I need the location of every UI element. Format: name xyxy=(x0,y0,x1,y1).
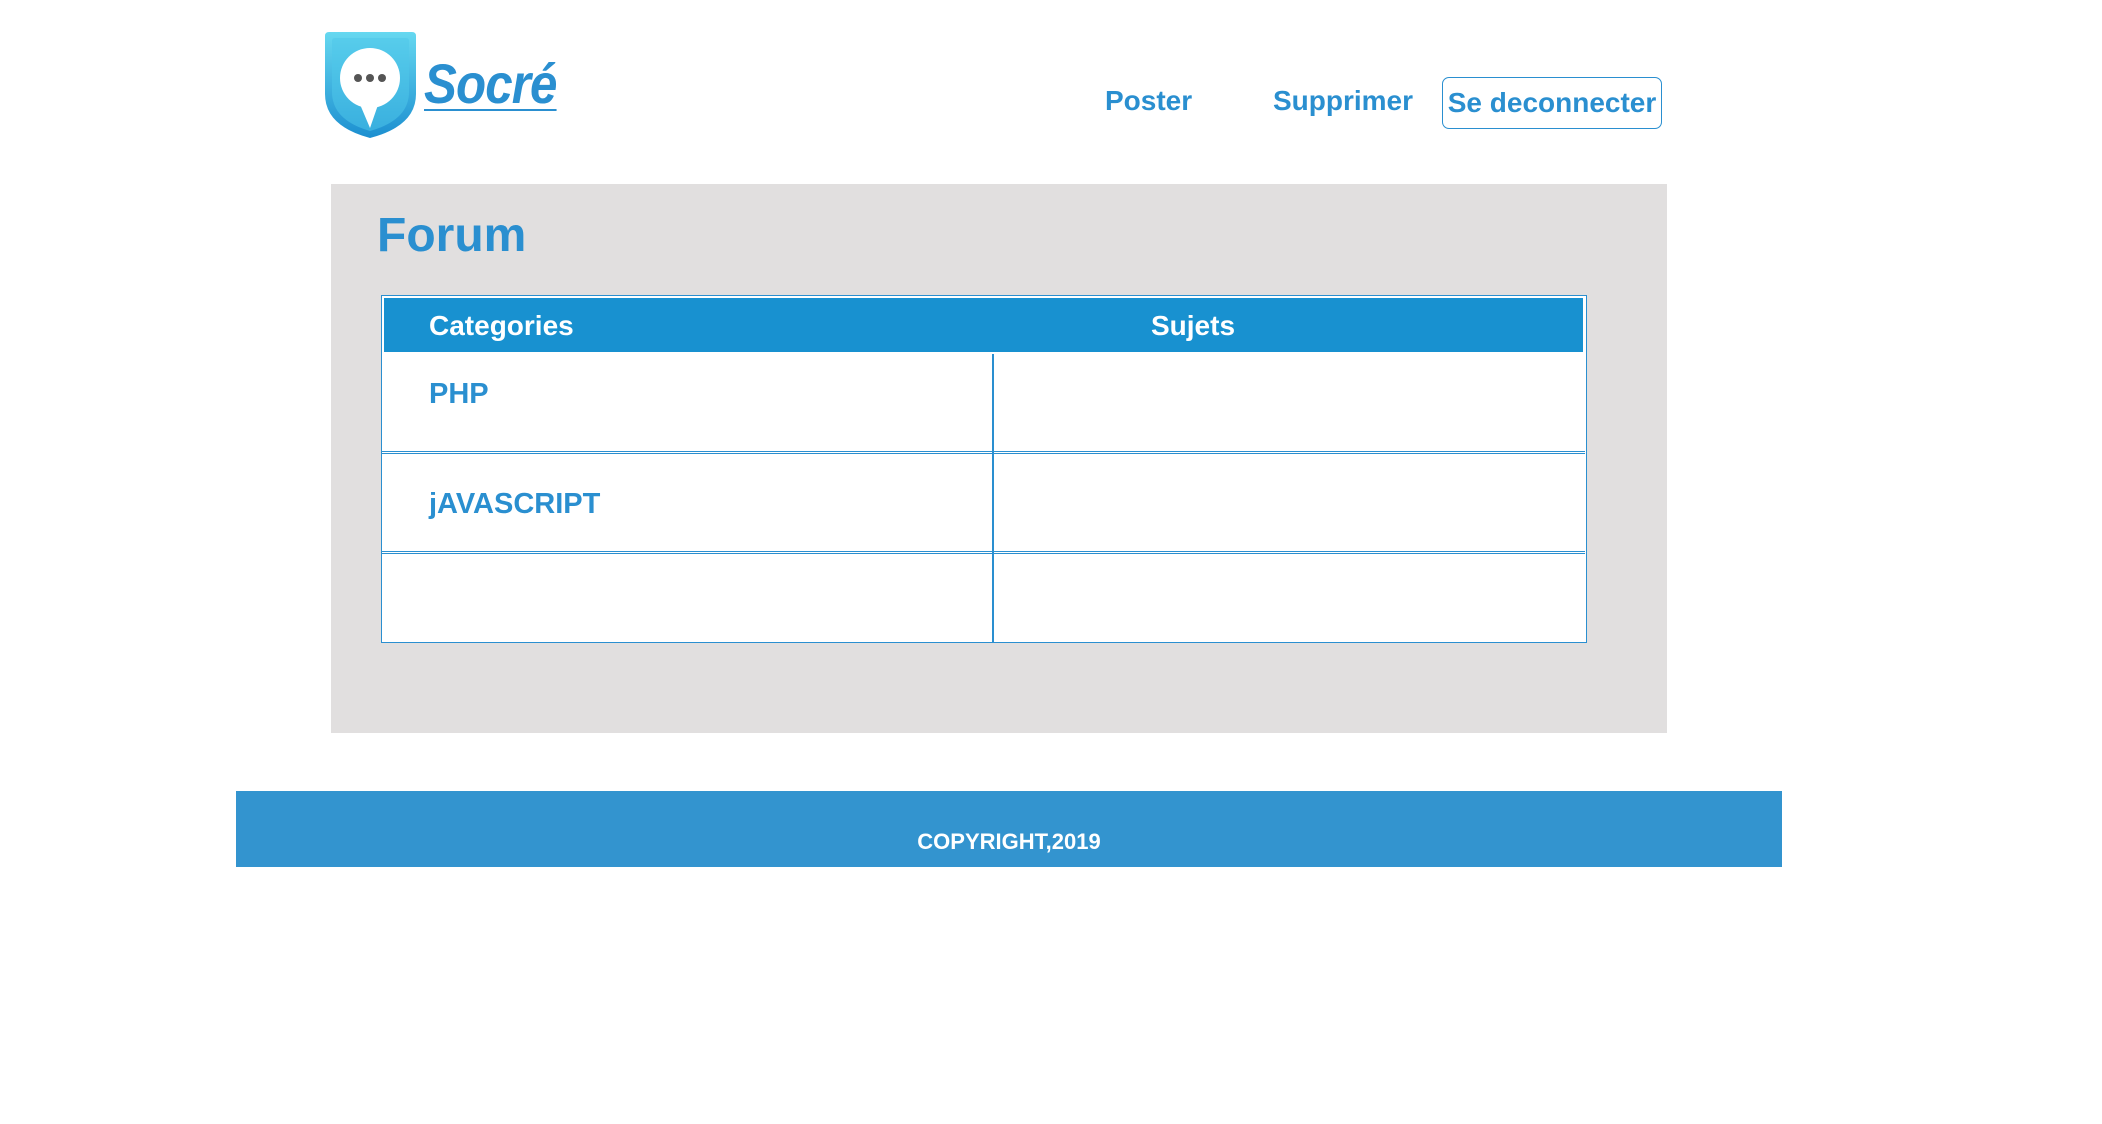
table-header: Categories Sujets xyxy=(384,298,1583,352)
column-header-categories: Categories xyxy=(429,310,574,341)
column-divider xyxy=(992,354,994,642)
table-row[interactable]: jAVASCRIPT xyxy=(382,454,1585,554)
nav-supprimer-link[interactable]: Supprimer xyxy=(1273,85,1413,117)
copyright-text: COPYRIGHT,2019 xyxy=(917,829,1101,854)
logo-text: Socré xyxy=(424,52,557,115)
forum-panel: Forum Categories Sujets PHP jAVASCRIPT xyxy=(331,184,1667,733)
category-cell[interactable]: PHP xyxy=(429,378,489,411)
logout-button[interactable]: Se deconnecter xyxy=(1442,77,1662,129)
page: Socré Poster Supprimer Se deconnecter Fo… xyxy=(0,0,2102,1124)
footer: COPYRIGHT,2019 xyxy=(236,791,1782,867)
nav-poster-link[interactable]: Poster xyxy=(1105,85,1192,117)
site-logo[interactable]: Socré xyxy=(323,26,557,141)
category-cell[interactable]: jAVASCRIPT xyxy=(429,488,600,521)
table-row xyxy=(382,554,1585,642)
table-row[interactable]: PHP xyxy=(382,354,1585,454)
speech-bubble-shield-icon xyxy=(325,31,416,138)
column-header-sujets: Sujets xyxy=(1151,310,1236,341)
page-title: Forum xyxy=(377,209,527,262)
forum-table: Categories Sujets PHP jAVASCRIPT xyxy=(381,295,1587,643)
